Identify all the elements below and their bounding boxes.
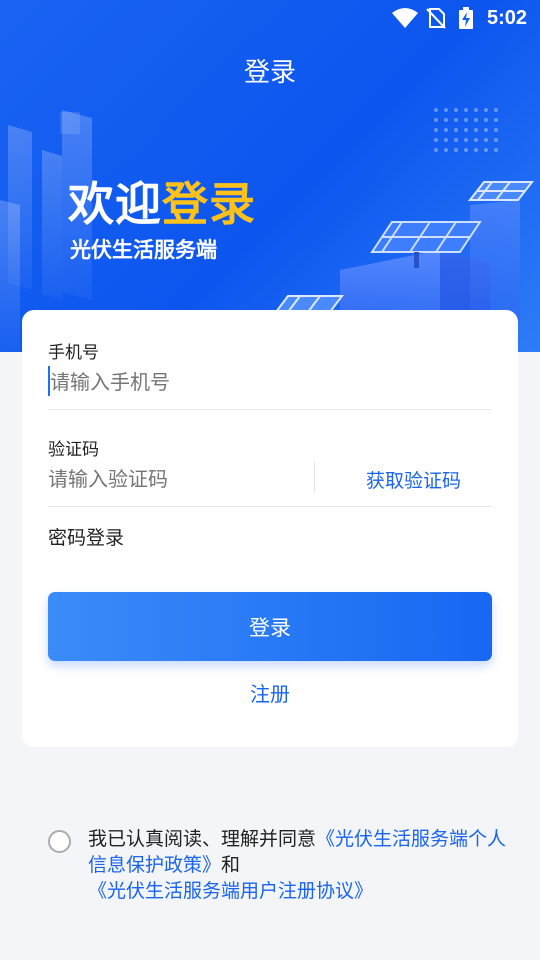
code-label: 验证码 <box>48 440 99 460</box>
divider <box>48 506 492 507</box>
app-subtitle: 光伏生活服务端 <box>70 238 217 262</box>
divider <box>48 409 492 410</box>
agreement-prefix: 我已认真阅读、理解并同意 <box>88 828 317 850</box>
vertical-divider <box>314 462 315 492</box>
verification-code-input[interactable] <box>48 463 298 495</box>
wifi-icon <box>392 8 418 28</box>
welcome-heading: 欢迎登录 <box>68 168 256 234</box>
page-title: 登录 <box>243 58 296 88</box>
welcome-highlight: 登录 <box>162 177 256 231</box>
login-button[interactable]: 登录 <box>48 592 492 661</box>
hero-banner: 5:02 登录 欢迎登录 光伏生活服务端 <box>0 0 540 352</box>
no-sim-icon <box>426 8 446 29</box>
login-form-card: 手机号 验证码 获取验证码 密码登录 登录 注册 <box>22 310 518 747</box>
agreement-checkbox[interactable] <box>48 830 71 853</box>
agreement-conjunction: 和 <box>221 854 241 876</box>
password-login-link[interactable]: 密码登录 <box>48 523 124 550</box>
user-agreement-link[interactable]: 《光伏生活服务端用户注册协议》 <box>88 880 373 902</box>
get-code-button[interactable]: 获取验证码 <box>366 466 461 493</box>
agreement-text: 我已认真阅读、理解并同意《光伏生活服务端个人信息保护政策》和《光伏生活服务端用户… <box>88 826 518 904</box>
phone-label: 手机号 <box>48 343 99 363</box>
phone-input[interactable] <box>48 366 478 398</box>
status-time: 5:02 <box>486 7 527 29</box>
register-link[interactable]: 注册 <box>22 678 518 707</box>
welcome-prefix: 欢迎 <box>68 177 162 231</box>
battery-charging-icon <box>459 7 473 29</box>
status-bar: 5:02 <box>0 0 540 36</box>
